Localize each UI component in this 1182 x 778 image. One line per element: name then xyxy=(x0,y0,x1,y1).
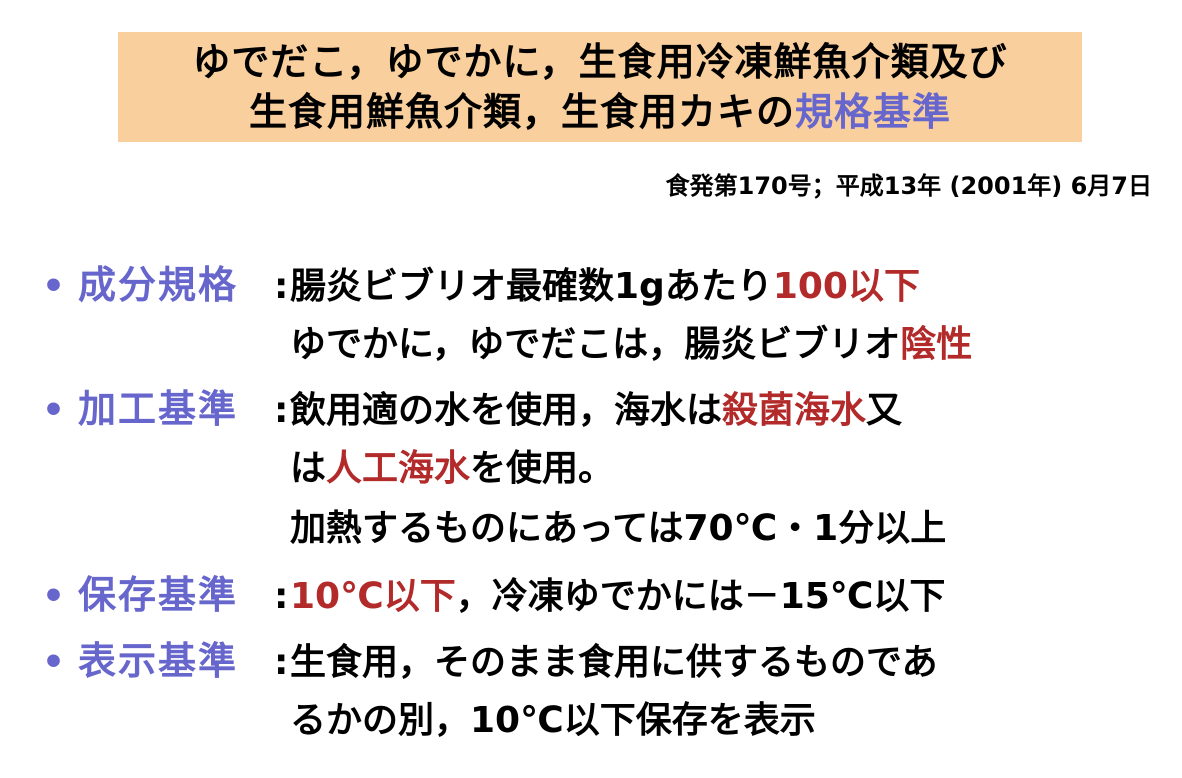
bullet-dot: • xyxy=(42,642,66,683)
bullet-dot: • xyxy=(42,576,66,617)
item-text: 又 xyxy=(866,390,903,431)
item-hyouji-line-1: • 表示基準:生食用，そのまま食用に供するものであ xyxy=(42,632,938,690)
item-label-hozon: 保存基準 xyxy=(78,573,239,617)
item-text: 加熱するものにあっては70℃・1分以上 xyxy=(290,508,947,549)
item-text: るかの別，10℃以下保存を表示 xyxy=(290,700,816,741)
item-text: ，冷凍ゆでかには－15℃以下 xyxy=(455,576,946,617)
colon: : xyxy=(274,266,289,307)
title-highlight: 規格基準 xyxy=(795,90,952,134)
item-highlight: 100以下 xyxy=(772,266,920,307)
item-label-seibun: 成分規格 xyxy=(78,263,239,307)
item-label-hyouji: 表示基準 xyxy=(78,639,239,683)
colon: : xyxy=(274,576,289,617)
item-seibun-line-1: • 成分規格:腸炎ビブリオ最確数1gあたり100以下 xyxy=(42,256,920,314)
item-kakou-line-1: • 加工基準:飲用適の水を使用，海水は殺菌海水又 xyxy=(42,380,902,438)
colon: : xyxy=(274,390,289,431)
bullet-dot: • xyxy=(42,390,66,431)
item-text: 飲用適の水を使用，海水は xyxy=(290,390,723,431)
item-text: を使用。 xyxy=(470,448,615,489)
title-line-2: 生食用鮮魚介類，生食用カキの規格基準 xyxy=(249,87,951,137)
title-line-2-text: 生食用鮮魚介類，生食用カキの xyxy=(248,90,795,134)
item-highlight: 殺菌海水 xyxy=(722,390,867,431)
title-line-1: ゆでだこ，ゆでかに，生食用冷凍鮮魚介類及び xyxy=(192,40,1008,84)
item-hyouji-line-2: るかの別，10℃以下保存を表示 xyxy=(290,692,816,750)
title-box: ゆでだこ，ゆでかに，生食用冷凍鮮魚介類及び 生食用鮮魚介類，生食用カキの規格基準 xyxy=(118,32,1082,142)
item-kakou-line-2: は人工海水を使用。 xyxy=(290,440,614,498)
item-label-kakou: 加工基準 xyxy=(78,387,239,431)
citation: 食発第170号；平成13年 (2001年) 6月7日 xyxy=(665,172,1152,200)
item-highlight: 人工海水 xyxy=(326,448,471,489)
item-text: 生食用，そのまま食用に供するものであ xyxy=(290,642,938,683)
item-seibun-line-2: ゆでかに，ゆでだこは，腸炎ビブリオ陰性 xyxy=(290,316,972,374)
item-hozon-line-1: • 保存基準:10℃以下，冷凍ゆでかには－15℃以下 xyxy=(42,566,945,624)
item-text: ゆでかに，ゆでだこは，腸炎ビブリオ xyxy=(290,324,901,365)
bullet-dot: • xyxy=(42,266,66,307)
colon: : xyxy=(274,642,289,683)
item-text: 腸炎ビブリオ最確数1gあたり xyxy=(290,266,773,307)
item-kakou-line-3: 加熱するものにあっては70℃・1分以上 xyxy=(290,500,946,558)
item-highlight: 10℃以下 xyxy=(290,576,456,617)
item-text: は xyxy=(290,448,327,489)
item-highlight: 陰性 xyxy=(900,324,973,365)
